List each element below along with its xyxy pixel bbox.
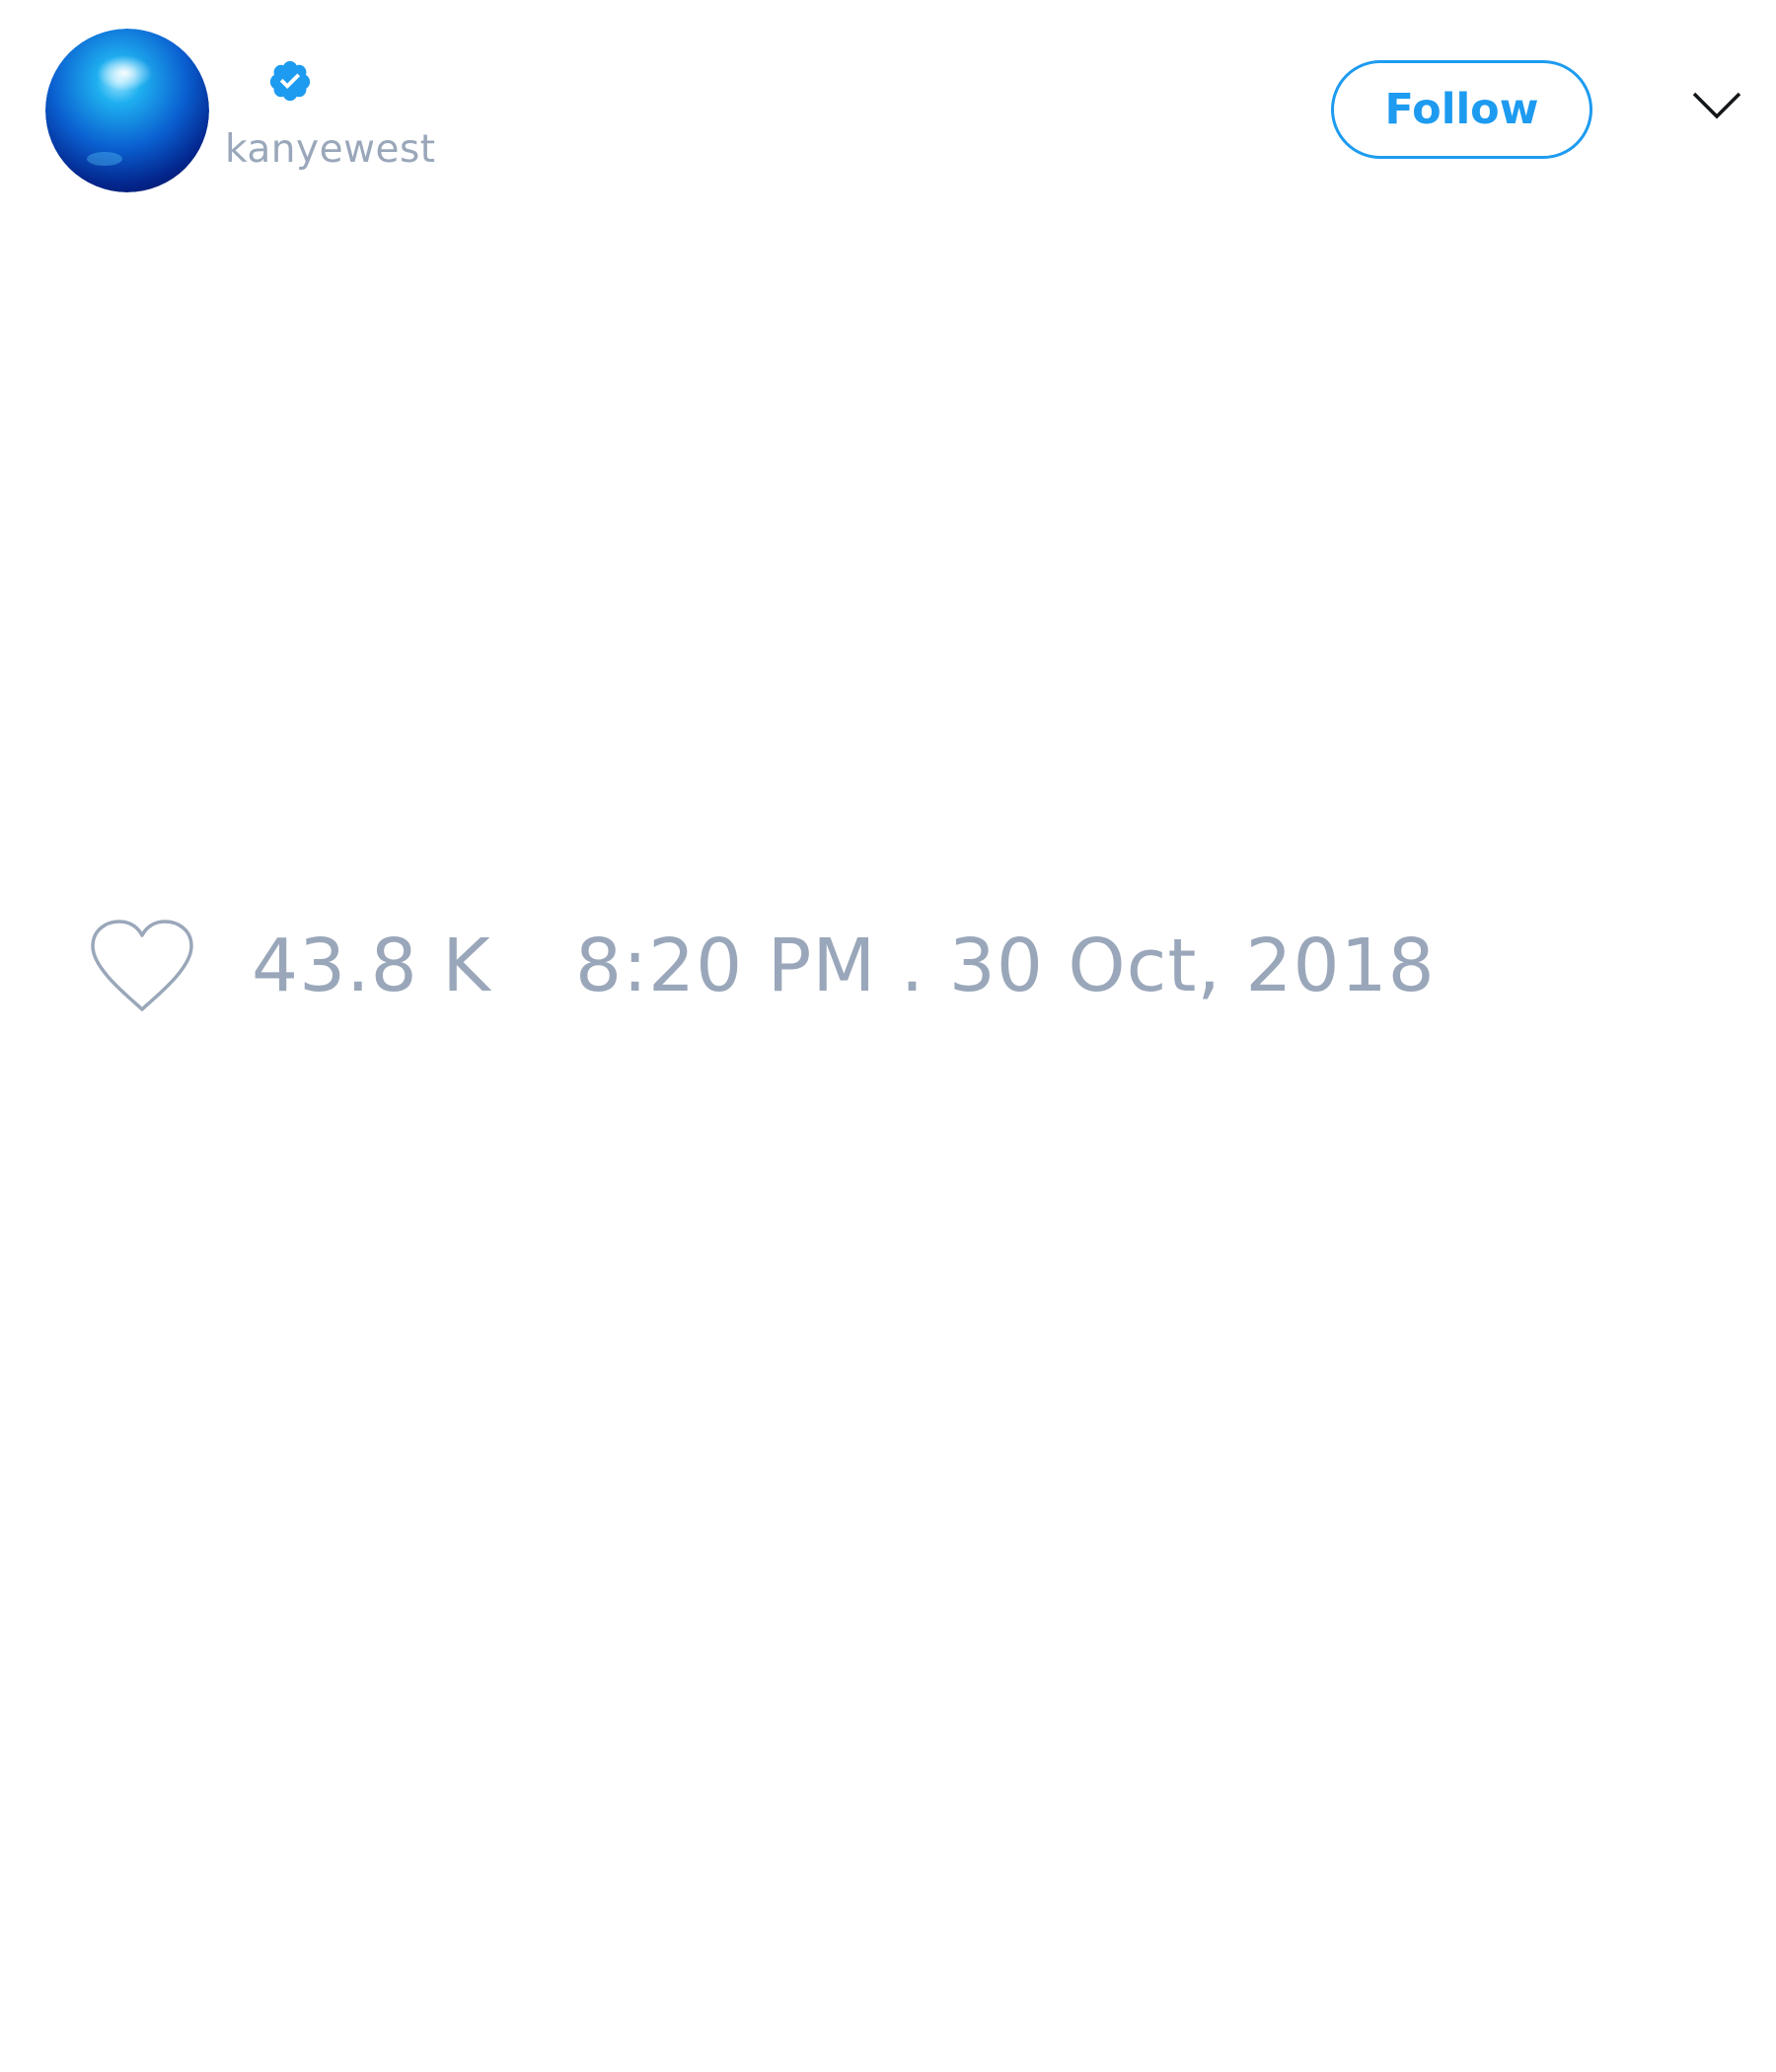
like-count: 43.8 K xyxy=(252,924,491,1008)
avatar[interactable] xyxy=(45,29,209,192)
heart-icon[interactable] xyxy=(89,919,195,1013)
author-handle[interactable]: kanyewest xyxy=(225,126,436,174)
verified-badge-icon xyxy=(267,58,313,104)
blue-sphere-avatar-icon xyxy=(45,29,209,192)
follow-button[interactable]: Follow xyxy=(1331,60,1592,159)
tweet-timestamp[interactable]: 8:20 PM . 30 Oct, 2018 xyxy=(575,924,1436,1008)
chevron-down-icon[interactable] xyxy=(1691,89,1742,122)
